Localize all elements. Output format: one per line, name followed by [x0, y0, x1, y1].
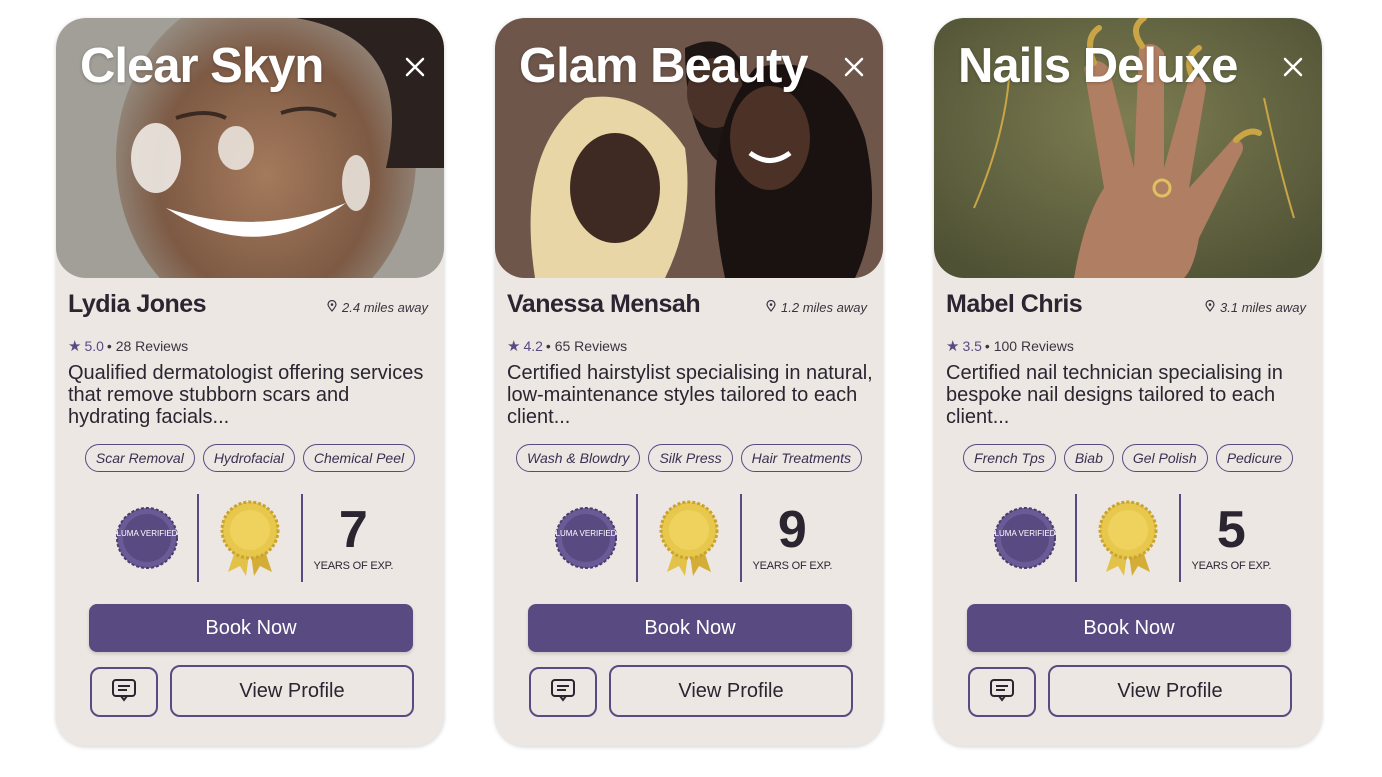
service-tag[interactable]: Hair Treatments — [740, 444, 862, 472]
service-tag[interactable]: Scar Removal — [84, 444, 195, 472]
review-count: • 100 Reviews — [984, 338, 1074, 354]
service-tag[interactable]: Hydrofacial — [202, 444, 295, 472]
rating-score: 5.0 — [84, 338, 104, 354]
service-tag[interactable]: Silk Press — [648, 444, 733, 472]
years-number: 7 — [338, 501, 368, 559]
luma-badge-text: LUMA VERIFIED — [994, 529, 1055, 538]
years-label: YEARS OF EXP. — [1191, 560, 1272, 572]
rating-score: 4.2 — [523, 338, 543, 354]
provider-card[interactable]: Glam Beauty Vanessa Mensah 1.2 miles awa… — [495, 18, 883, 746]
rating-score: 3.5 — [962, 338, 982, 354]
years-number: 9 — [777, 501, 807, 559]
star-icon: ★ — [946, 338, 960, 355]
award-badge-icon — [199, 494, 300, 582]
provider-description: Qualified dermatologist offering service… — [68, 362, 424, 428]
years-label: YEARS OF EXP. — [752, 560, 833, 572]
chat-icon — [549, 676, 577, 709]
credentials-row: LUMA VERIFIED 7 YEARS OF EXP. — [96, 494, 404, 582]
rating: ★ 3.5 • 100 Reviews — [946, 337, 1074, 355]
provider-description: Certified nail technician specialising i… — [946, 362, 1283, 428]
service-tag[interactable]: French Tps — [963, 444, 1056, 472]
view-profile-button[interactable]: View Profile — [609, 665, 853, 717]
provider-description: Certified hairstylist specialising in na… — [507, 362, 873, 428]
provider-cards: Clear Skyn Lydia Jones 2.4 miles away ★ … — [0, 0, 1382, 777]
hero-photo: Glam Beauty — [495, 18, 883, 278]
rating: ★ 4.2 • 65 Reviews — [507, 337, 627, 355]
luma-badge-text: LUMA VERIFIED — [555, 529, 616, 538]
chat-icon — [110, 676, 138, 709]
message-button[interactable] — [90, 667, 158, 717]
credentials-row: LUMA VERIFIED 9 YEARS OF EXP. — [535, 494, 843, 582]
experience-stat: 5 YEARS OF EXP. — [1181, 494, 1282, 582]
rating: ★ 5.0 • 28 Reviews — [68, 337, 188, 355]
luma-verified-badge: LUMA VERIFIED — [535, 494, 636, 582]
experience-stat: 9 YEARS OF EXP. — [742, 494, 843, 582]
service-tag[interactable]: Gel Polish — [1121, 444, 1208, 472]
distance-label: 2.4 miles away — [326, 299, 428, 315]
luma-badge-text: LUMA VERIFIED — [116, 529, 177, 538]
book-now-button[interactable]: Book Now — [528, 604, 852, 652]
review-count: • 65 Reviews — [545, 338, 628, 354]
message-button[interactable] — [529, 667, 597, 717]
years-label: YEARS OF EXP. — [313, 560, 394, 572]
hero-photo: Nails Deluxe — [934, 18, 1322, 278]
chat-icon — [988, 676, 1016, 709]
location-pin-icon — [765, 299, 777, 315]
business-name: Glam Beauty — [519, 39, 809, 93]
distance-text: 3.1 miles away — [1220, 300, 1306, 315]
view-profile-button[interactable]: View Profile — [170, 665, 414, 717]
provider-card[interactable]: Clear Skyn Lydia Jones 2.4 miles away ★ … — [56, 18, 444, 746]
message-button[interactable] — [968, 667, 1036, 717]
distance-label: 3.1 miles away — [1204, 299, 1306, 315]
service-tags: Scar Removal Hydrofacial Chemical Peel — [64, 444, 436, 472]
business-name: Clear Skyn — [80, 39, 324, 93]
distance-text: 2.4 miles away — [342, 300, 428, 315]
star-icon: ★ — [507, 338, 521, 355]
luma-verified-badge: LUMA VERIFIED — [96, 494, 197, 582]
provider-name: Lydia Jones — [68, 290, 207, 318]
provider-card[interactable]: Nails Deluxe Mabel Chris 3.1 miles away … — [934, 18, 1322, 746]
luma-verified-badge: LUMA VERIFIED — [974, 494, 1075, 582]
star-icon: ★ — [68, 338, 82, 355]
close-icon[interactable] — [1282, 56, 1304, 78]
book-now-button[interactable]: Book Now — [89, 604, 413, 652]
hero-photo: Clear Skyn — [56, 18, 444, 278]
service-tag[interactable]: Chemical Peel — [302, 444, 416, 472]
business-name: Nails Deluxe — [958, 39, 1238, 93]
book-now-button[interactable]: Book Now — [967, 604, 1291, 652]
location-pin-icon — [1204, 299, 1216, 315]
distance-text: 1.2 miles away — [781, 300, 867, 315]
service-tags: French Tps Biab Gel Polish Pedicure — [942, 444, 1314, 472]
years-number: 5 — [1216, 501, 1246, 559]
view-profile-button[interactable]: View Profile — [1048, 665, 1292, 717]
service-tags: Wash & Blowdry Silk Press Hair Treatment… — [503, 444, 875, 472]
distance-label: 1.2 miles away — [765, 299, 867, 315]
award-badge-icon — [1077, 494, 1178, 582]
close-icon[interactable] — [404, 56, 426, 78]
service-tag[interactable]: Biab — [1063, 444, 1114, 472]
provider-name: Vanessa Mensah — [507, 290, 701, 318]
close-icon[interactable] — [843, 56, 865, 78]
review-count: • 28 Reviews — [106, 338, 189, 354]
credentials-row: LUMA VERIFIED 5 YEARS OF EXP. — [974, 494, 1282, 582]
provider-name: Mabel Chris — [946, 290, 1083, 318]
service-tag[interactable]: Pedicure — [1215, 444, 1293, 472]
service-tag[interactable]: Wash & Blowdry — [515, 444, 641, 472]
location-pin-icon — [326, 299, 338, 315]
experience-stat: 7 YEARS OF EXP. — [303, 494, 404, 582]
award-badge-icon — [638, 494, 739, 582]
